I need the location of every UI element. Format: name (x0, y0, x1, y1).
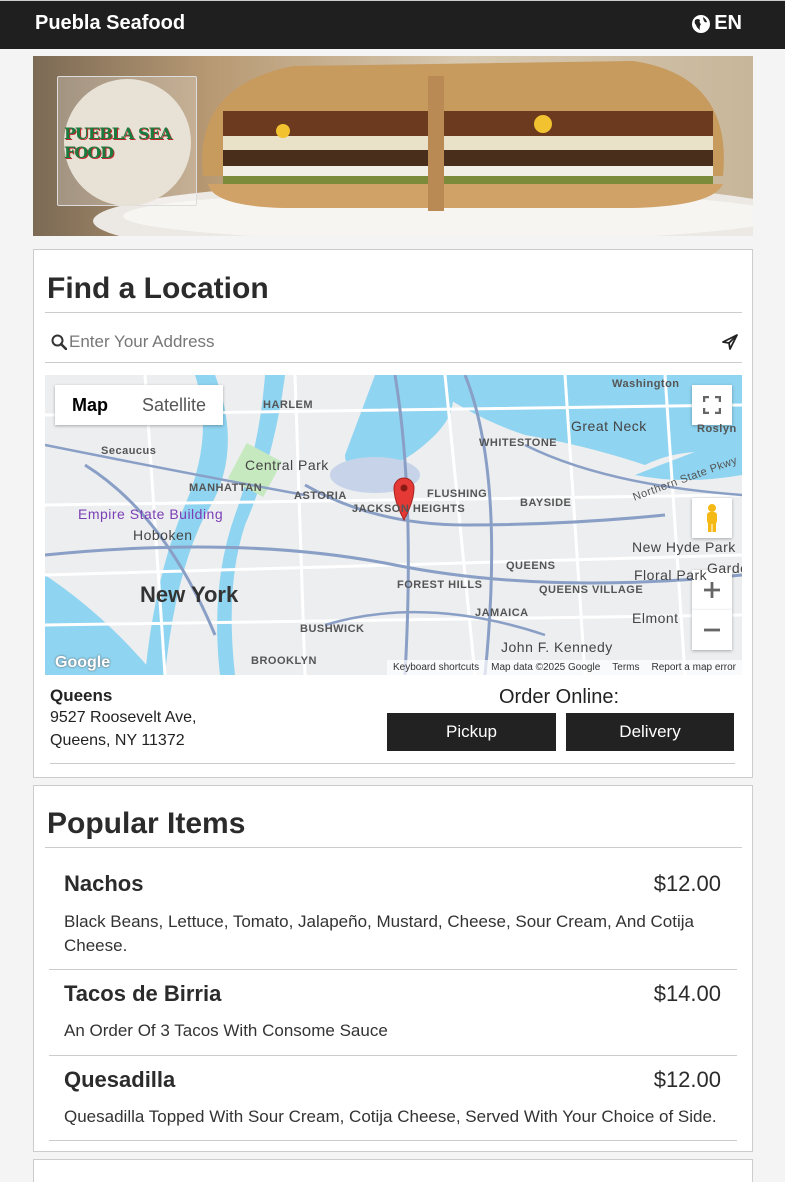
terms-link[interactable]: Terms (612, 660, 639, 675)
locate-arrow-icon[interactable] (722, 334, 738, 350)
map-label: QUEENS VILLAGE (539, 584, 644, 596)
item-name: Nachos (64, 871, 144, 896)
item-price: $12.00 (653, 1067, 721, 1092)
title-divider (45, 847, 742, 848)
map-label: New York (140, 582, 239, 607)
map-label: Elmont (632, 610, 679, 626)
item-description: Quesadilla Topped With Sour Cream, Cotij… (64, 1107, 717, 1126)
store-address-line1: 9527 Roosevelt Ave, (50, 709, 197, 726)
map-label: New Hyde Park (632, 539, 736, 555)
map-type-toggle: Map Satellite (55, 385, 224, 425)
item-name: Tacos de Birria (64, 981, 222, 1006)
restaurant-logo: PUEBLA SEA FOOD (57, 76, 197, 206)
item-price: $14.00 (653, 981, 721, 1006)
map-label: MANHATTAN (189, 482, 263, 494)
google-logo: Google (55, 654, 111, 671)
map-label: FLUSHING (427, 488, 488, 500)
store-address-line2: Queens, NY 11372 (50, 732, 185, 749)
address-search (45, 313, 742, 363)
logo-text: PUEBLA SEA FOOD (64, 123, 172, 162)
plus-icon (704, 582, 720, 598)
street-view-pegman[interactable] (692, 498, 732, 538)
map-label: Washington (612, 378, 680, 390)
map-attribution: Keyboard shortcuts Map data ©2025 Google… (386, 660, 742, 675)
menu-item[interactable]: Tacos de Birria $14.00 An Order Of 3 Tac… (49, 981, 737, 1051)
map-label: BROOKLYN (251, 655, 317, 667)
popular-items-card: Popular Items Nachos $12.00 Black Beans,… (33, 785, 753, 1152)
map-label: Great Neck (571, 418, 647, 434)
top-navbar: Puebla Seafood EN (0, 0, 785, 49)
map-label: Roslyn (697, 423, 737, 435)
map-label: John F. Kennedy (501, 639, 613, 655)
order-online-label: Order Online: (499, 686, 620, 708)
brand-name[interactable]: Puebla Seafood (35, 12, 185, 35)
keyboard-shortcuts-link[interactable]: Keyboard shortcuts (393, 660, 479, 675)
store-name: Queens (50, 686, 113, 705)
map-label: QUEENS (506, 560, 556, 572)
map-label: Garden (707, 560, 742, 576)
map-label: WHITESTONE (479, 437, 558, 449)
store-divider (50, 763, 735, 764)
map-type-satellite-button[interactable]: Satellite (125, 385, 223, 425)
map-label: Empire State Building (78, 506, 224, 522)
next-section-card (33, 1159, 753, 1182)
find-location-card: Find a Location Enter Your Address Map S… (33, 249, 753, 778)
pickup-button[interactable]: Pickup (387, 713, 556, 751)
map-label: Hoboken (133, 527, 193, 543)
map-type-map-button[interactable]: Map (55, 385, 125, 425)
map-label: ASTORIA (294, 490, 347, 502)
fullscreen-button[interactable] (692, 385, 732, 425)
fullscreen-icon (703, 396, 721, 414)
map-label: Secaucus (101, 445, 157, 457)
map-label: JAMAICA (475, 607, 529, 619)
minus-icon (704, 628, 720, 632)
hero-banner: PUEBLA SEA FOOD (33, 56, 753, 236)
language-label: EN (714, 12, 742, 34)
item-description: An Order Of 3 Tacos With Consome Sauce (64, 1021, 388, 1040)
pegman-icon (707, 504, 717, 532)
popular-items-title: Popular Items (47, 807, 246, 840)
item-divider (49, 969, 737, 970)
zoom-out-button[interactable] (692, 610, 732, 650)
globe-icon (692, 14, 711, 33)
delivery-button[interactable]: Delivery (566, 713, 734, 751)
item-description: Black Beans, Lettuce, Tomato, Jalapeño, … (64, 912, 694, 955)
find-location-title: Find a Location (47, 272, 269, 305)
map-label: Central Park (245, 457, 329, 473)
menu-item[interactable]: Quesadilla $12.00 Quesadilla Topped With… (49, 1067, 737, 1137)
map-label: Floral Park (634, 567, 708, 583)
map-data-credit: Map data ©2025 Google (491, 662, 601, 673)
map-label: BUSHWICK (300, 623, 365, 635)
item-divider (49, 1055, 737, 1056)
map-label: FOREST HILLS (397, 579, 483, 591)
location-map[interactable]: Map Satellite Washington HARLEM WHITESTO… (45, 375, 742, 675)
item-price: $12.00 (653, 871, 721, 896)
language-selector[interactable]: EN (691, 12, 742, 35)
report-map-error-link[interactable]: Report a map error (652, 660, 736, 675)
item-name: Quesadilla (64, 1067, 176, 1092)
search-icon (51, 334, 67, 350)
map-label: HARLEM (263, 399, 314, 411)
map-label: JACKSON HEIGHTS (352, 503, 466, 515)
map-label: BAYSIDE (520, 497, 572, 509)
item-divider (49, 1140, 737, 1141)
menu-item[interactable]: Nachos $12.00 Black Beans, Lettuce, Toma… (49, 871, 737, 971)
address-input[interactable] (69, 328, 709, 356)
